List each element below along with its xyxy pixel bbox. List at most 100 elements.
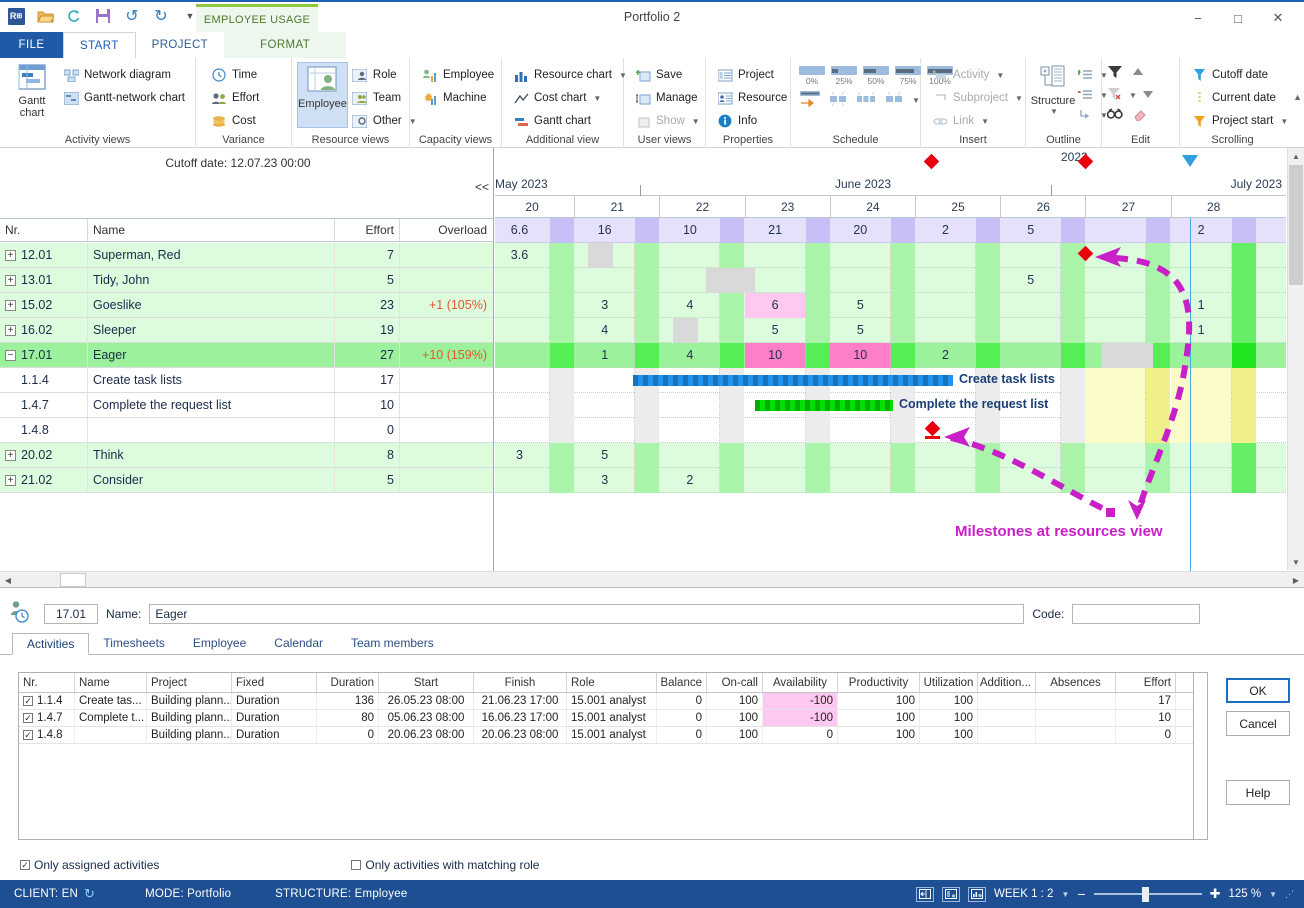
schedule-split-icon[interactable] — [882, 89, 906, 112]
milestone-marker[interactable] — [1077, 245, 1094, 262]
help-button[interactable]: Help — [1226, 780, 1290, 805]
grid-column-header[interactable]: Project — [147, 673, 232, 692]
resource-row[interactable]: 1.4.8 0 — [0, 418, 493, 443]
chevron-down-icon[interactable]: ▼ — [593, 94, 601, 103]
timeline-week-label[interactable]: 28 — [1170, 196, 1256, 218]
view-panel-icon[interactable] — [916, 886, 935, 902]
ok-button[interactable]: OK — [1226, 678, 1290, 703]
clear-filter-icon[interactable] — [1107, 87, 1123, 104]
activities-grid[interactable]: Nr. Name Project Fixed Duration Start Finish Ro… — [18, 672, 1194, 840]
scroll-left-arrow[interactable]: ◀ — [0, 572, 16, 587]
info-button[interactable]: Info — [713, 110, 791, 132]
timeline-week-label[interactable]: 26 — [1000, 196, 1085, 218]
chart-view-icon[interactable] — [968, 886, 987, 902]
grid-column-header[interactable]: Utilization — [920, 673, 978, 692]
schedule-level-all-icon[interactable] — [854, 89, 878, 112]
resource-row[interactable]: +21.02 Consider 5 — [0, 468, 493, 493]
progress-0-button[interactable]: 0% — [796, 66, 828, 86]
resource-row[interactable]: +15.02 Goeslike 23 +1 (105%) — [0, 293, 493, 318]
column-header-name[interactable]: Name — [88, 219, 335, 241]
employee-code-value-field[interactable] — [1072, 604, 1201, 624]
window-controls[interactable]: − □ ✕ — [1178, 6, 1298, 30]
gantt-bar[interactable] — [755, 400, 893, 411]
resource-properties-button[interactable]: Resource — [713, 87, 791, 109]
resource-row[interactable]: +12.01 Superman, Red 7 — [0, 243, 493, 268]
column-header-effort[interactable]: Effort — [335, 219, 400, 241]
row-expander[interactable]: + — [5, 449, 16, 461]
scroll-up-arrow[interactable]: ▲ — [1288, 148, 1304, 164]
resize-grip-icon[interactable]: ⋰ — [1285, 889, 1294, 900]
row-checkbox[interactable]: ✓ — [23, 730, 33, 740]
ribbon-tabs[interactable]: FILE START PROJECT FORMAT — [0, 32, 1304, 58]
network-diagram-button[interactable]: Network diagram — [59, 64, 189, 86]
cutoff-date-button[interactable]: Cutoff date — [1187, 64, 1292, 86]
gantt-chart-button[interactable]: Gantt chart — [5, 62, 59, 119]
row-expander[interactable]: − — [5, 349, 16, 361]
dialog-buttons[interactable]: OK Cancel — [1226, 678, 1290, 736]
tab-project[interactable]: PROJECT — [136, 32, 224, 58]
ribbon-collapse-icon[interactable]: ▲ — [1293, 92, 1302, 102]
chevron-down-icon[interactable]: ▼ — [692, 117, 700, 126]
employee-name-field[interactable]: Eager — [149, 604, 1025, 624]
chevron-down-icon[interactable]: ▼ — [1015, 94, 1023, 103]
zoom-slider-thumb[interactable] — [1141, 887, 1149, 902]
resource-row[interactable]: 1.1.4 Create task lists 17 — [0, 368, 493, 393]
grid-column-header[interactable]: Role — [567, 673, 657, 692]
gantt-bar[interactable] — [633, 375, 953, 386]
progress-25-button[interactable]: 25% — [828, 66, 860, 86]
column-header-nr[interactable]: Nr. — [0, 219, 88, 241]
resource-row[interactable]: +16.02 Sleeper 19 — [0, 318, 493, 343]
project-start-button[interactable]: Project start ▼ — [1187, 110, 1292, 132]
checkbox-box[interactable]: ✓ — [20, 860, 30, 870]
only-matching-role-checkbox[interactable]: Only activities with matching role — [351, 858, 539, 872]
resource-chart-button[interactable]: Resource chart ▼ — [509, 64, 631, 86]
row-expander[interactable]: + — [5, 324, 16, 336]
capacity-machine-button[interactable]: Machine — [418, 87, 498, 109]
zoom-slider[interactable] — [1093, 887, 1202, 902]
detail-tab-timesheets[interactable]: Timesheets — [89, 632, 179, 654]
detail-tabs[interactable]: Activities Timesheets Employee Calendar Team… — [0, 632, 1304, 655]
cost-chart-button[interactable]: Cost chart ▼ — [509, 87, 631, 109]
chevron-down-icon[interactable]: ▼ — [996, 71, 1004, 80]
grid-column-header[interactable]: Effort — [1116, 673, 1176, 692]
filter-icon[interactable] — [1107, 64, 1123, 83]
checkbox-box[interactable] — [351, 860, 362, 870]
detail-tab-activities[interactable]: Activities — [12, 633, 90, 655]
minimize-button[interactable]: − — [1178, 6, 1218, 30]
grid-column-header[interactable]: Addition... — [978, 673, 1036, 692]
detail-tab-calendar[interactable]: Calendar — [260, 632, 337, 654]
gantt-vertical-scrollbar[interactable]: ▲ ▼ — [1287, 148, 1304, 570]
show-views-button[interactable]: Show ▼ — [631, 110, 704, 132]
zoom-in-button[interactable]: ✚ — [1210, 886, 1221, 902]
timeline-week-label[interactable]: 23 — [744, 196, 830, 218]
find-icon[interactable] — [1106, 108, 1123, 124]
row-expander[interactable]: + — [5, 299, 16, 311]
chevron-down-icon[interactable]: ▼ — [1280, 117, 1288, 126]
timeline-week-label[interactable]: 22 — [659, 196, 744, 218]
column-header-overload[interactable]: Overload — [400, 219, 492, 241]
resource-row[interactable]: −17.01 Eager 27 +10 (159%) — [0, 343, 493, 368]
scroll-up-icon[interactable] — [1131, 66, 1145, 81]
grid-column-header[interactable]: Productivity — [838, 673, 920, 692]
resource-row[interactable]: 1.4.7 Complete the request list 10 — [0, 393, 493, 418]
grid-column-header[interactable]: Nr. — [19, 673, 75, 692]
resource-row[interactable]: +13.01 Tidy, John 5 — [0, 268, 493, 293]
chevron-down-icon[interactable]: ▼ — [981, 117, 989, 126]
insert-link-button[interactable]: Link ▼ — [928, 110, 1027, 132]
grid-column-header[interactable]: Balance — [657, 673, 707, 692]
gantt-vscroll-thumb[interactable] — [1289, 165, 1303, 285]
close-button[interactable]: ✕ — [1258, 6, 1298, 30]
scroll-back-button[interactable]: << — [475, 180, 489, 194]
gantt-hscroll-thumb[interactable] — [60, 573, 86, 587]
scroll-down-arrow[interactable]: ▼ — [1288, 554, 1304, 570]
insert-activity-button[interactable]: Activity ▼ — [928, 64, 1027, 86]
project-properties-button[interactable]: Project — [713, 64, 791, 86]
row-checkbox[interactable]: ✓ — [23, 713, 33, 723]
detail-footer-checkboxes[interactable]: ✓ Only assigned activities Only activiti… — [20, 858, 539, 872]
current-date-button[interactable]: Current date — [1187, 87, 1292, 109]
zoom-out-button[interactable]: − — [1077, 886, 1085, 902]
tab-start[interactable]: START — [63, 32, 136, 58]
scroll-right-arrow[interactable]: ▶ — [1288, 572, 1304, 587]
chevron-down-icon[interactable]: ▼ — [912, 96, 920, 105]
milestone-marker[interactable] — [924, 420, 941, 439]
